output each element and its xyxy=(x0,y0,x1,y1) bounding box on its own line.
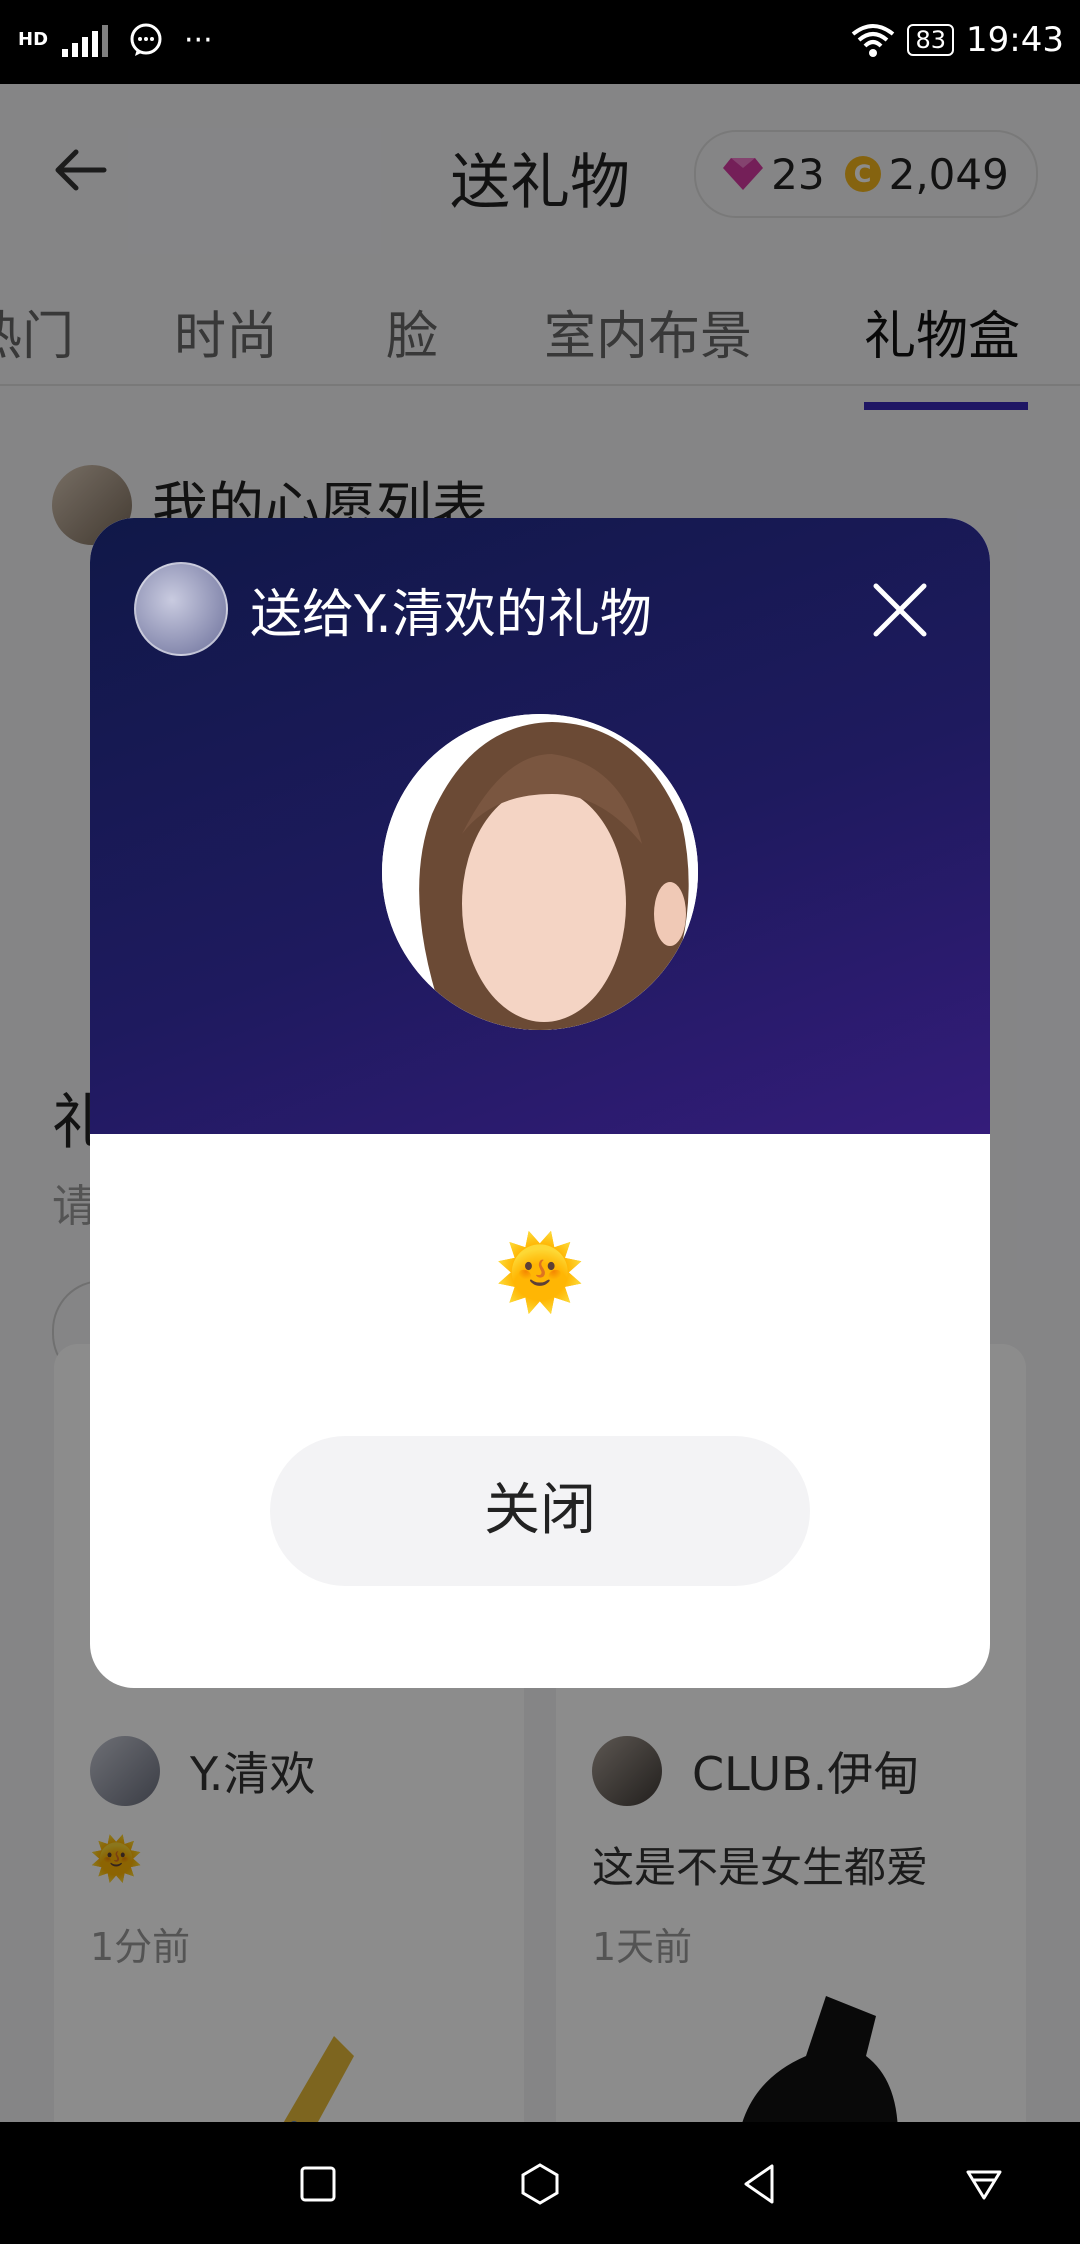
wifi-icon xyxy=(852,24,895,57)
close-icon[interactable] xyxy=(870,580,930,640)
navigation-bar xyxy=(0,2122,1080,2244)
message-icon xyxy=(130,23,162,56)
dialog-title: 送给Y.清欢的礼物 xyxy=(250,585,652,645)
network-type: HD xyxy=(18,29,49,50)
more-icon: ··· xyxy=(184,22,213,58)
recipient-avatar xyxy=(134,562,228,656)
signal-icon xyxy=(62,23,109,57)
clock: 19:43 xyxy=(966,20,1064,60)
home-icon[interactable] xyxy=(518,2162,562,2206)
recents-icon[interactable] xyxy=(296,2162,340,2206)
gift-message: 🌞 xyxy=(495,1230,585,1314)
notification-pulldown-icon[interactable] xyxy=(962,2162,1006,2206)
back-icon[interactable] xyxy=(738,2162,782,2206)
battery-indicator: 83 xyxy=(907,24,955,56)
status-bar: HD ··· 83 19:43 xyxy=(0,0,1080,84)
close-button[interactable]: 关闭 xyxy=(270,1436,810,1586)
dialog-header: 送给Y.清欢的礼物 xyxy=(90,518,990,1134)
hair-gift-icon xyxy=(382,714,698,1030)
gift-image xyxy=(382,714,698,1030)
gift-dialog: 送给Y.清欢的礼物 🌞 关闭 xyxy=(90,518,990,1688)
